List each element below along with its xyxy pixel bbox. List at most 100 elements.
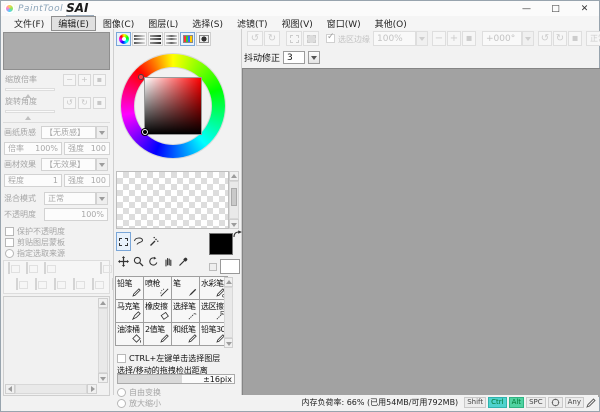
transfer-down-button[interactable] (16, 278, 18, 290)
brush-scroll-down-button[interactable] (224, 338, 233, 348)
swatches-tab[interactable] (180, 32, 195, 46)
hue-marker[interactable] (138, 74, 144, 80)
background-color-swatch[interactable] (220, 259, 240, 274)
navigator-rotation-reset-button[interactable]: ▪ (93, 97, 106, 109)
eyedropper-tool[interactable] (176, 252, 191, 271)
empty-tool-slot[interactable] (176, 232, 191, 251)
gray-slider-tab[interactable] (164, 32, 179, 46)
invert-selection-button[interactable] (303, 31, 319, 46)
empty-tool-slot[interactable] (161, 232, 176, 251)
deselect-button[interactable] (286, 31, 302, 46)
brush-item[interactable]: 喷枪 (143, 276, 172, 300)
brush-item[interactable]: 和纸笔 (171, 322, 200, 346)
new-layer-set-button[interactable] (44, 262, 46, 274)
lasso-tool[interactable] (131, 232, 146, 251)
scratchpad-vscrollbar[interactable] (229, 181, 239, 219)
texture-scale-field[interactable]: 倍率 100% (4, 142, 62, 155)
zoom-out-button[interactable]: − (432, 31, 446, 46)
effect-strength-field[interactable]: 强度 100 (64, 174, 110, 187)
brush-item[interactable]: 笔 (171, 276, 200, 300)
magic-wand-tool[interactable] (146, 232, 161, 251)
selection-source-radio[interactable] (5, 249, 14, 258)
brush-item[interactable]: 马克笔 (115, 299, 144, 323)
layer-mask-button[interactable] (100, 262, 102, 274)
brush-item[interactable]: 选择笔 (171, 299, 200, 323)
brush-item[interactable]: 橡皮擦 (143, 299, 172, 323)
scratchpad-scroll-down-button[interactable] (229, 219, 239, 229)
material-effect-select[interactable]: 【无效果】 (41, 158, 96, 171)
rotation-reset-button[interactable]: ▪ (568, 31, 582, 46)
scratchpad-scroll-thumb[interactable] (231, 188, 237, 206)
selection-source-row[interactable]: 指定选取来源 (5, 248, 65, 259)
zoom-reset-button[interactable]: ▪ (462, 31, 476, 46)
scratchpad-scroll-up-button[interactable] (229, 171, 239, 181)
zoom-in-button[interactable]: + (447, 31, 461, 46)
delete-layer-button[interactable] (73, 278, 75, 290)
clear-layer-button[interactable] (54, 278, 56, 290)
rotate-cw-button[interactable]: ↻ (553, 31, 567, 46)
brush-item[interactable]: 油漆桶 (115, 322, 144, 346)
move-tool[interactable] (116, 252, 131, 271)
layer-list-vscrollbar[interactable] (98, 308, 108, 373)
navigator-preview[interactable] (3, 32, 110, 70)
blend-mode-select[interactable]: 正常 (44, 192, 96, 205)
stabilizer-dropdown-button[interactable] (308, 51, 320, 64)
layer-list-scroll-left-button[interactable] (5, 384, 15, 394)
blend-mode-dropdown-button[interactable] (96, 192, 108, 205)
rgb-slider-tab[interactable] (132, 32, 147, 46)
scratchpad-tab[interactable] (196, 32, 211, 46)
preserve-opacity-checkbox[interactable] (5, 227, 14, 236)
navigator-zoom-out-button[interactable]: − (63, 74, 76, 86)
navigator-rotate-ccw-button[interactable]: ↺ (63, 97, 76, 109)
normal-view-button[interactable]: 正常 (586, 31, 600, 46)
hand-tool[interactable] (161, 252, 176, 271)
new-layer-button[interactable] (8, 262, 10, 274)
menu-item-others[interactable]: 其他(O) (368, 16, 414, 31)
stabilizer-value-field[interactable]: 3 (283, 51, 305, 64)
layer-list-scroll-up-button[interactable] (98, 298, 108, 308)
color-wheel-tab[interactable] (116, 32, 131, 46)
layer-list-hscrollbar[interactable] (15, 384, 87, 394)
free-transform-row[interactable]: 自由变换 (117, 387, 161, 398)
brush-scroll-up-button[interactable] (224, 277, 233, 287)
selection-edge-checkbox[interactable] (326, 34, 335, 43)
menu-item-canvas[interactable]: 图像(C) (96, 16, 141, 31)
menu-item-layer[interactable]: 图层(L) (141, 16, 185, 31)
zoom-tool[interactable] (131, 252, 146, 271)
clipping-mask-row[interactable]: 剪贴图层蒙板 (5, 237, 65, 248)
layer-list-scroll-right-button[interactable] (87, 384, 97, 394)
menu-item-filter[interactable]: 滤镜(T) (230, 16, 275, 31)
navigator-rotation-slider-thumb[interactable] (25, 113, 31, 120)
new-linework-layer-button[interactable] (26, 262, 28, 274)
paper-texture-select[interactable]: 【无质感】 (41, 126, 96, 139)
ctrl-select-row[interactable]: CTRL+左键单击选择图层 (117, 353, 220, 364)
zoom-inout-row[interactable]: 放大缩小 (117, 398, 161, 409)
menu-item-edit[interactable]: 编辑(E) (51, 16, 96, 31)
clipping-mask-checkbox[interactable] (5, 238, 14, 247)
rotation-angle-field[interactable]: +000° (482, 31, 522, 46)
canvas-area[interactable] (242, 68, 600, 397)
paper-texture-dropdown-button[interactable] (96, 126, 108, 139)
drag-distance-slider[interactable]: ±16pix (117, 374, 235, 384)
rect-select-tool[interactable] (116, 232, 131, 251)
layer-list-scroll-down-button[interactable] (98, 373, 108, 383)
zoom-inout-radio[interactable] (117, 399, 126, 408)
layer-list[interactable] (3, 296, 110, 396)
navigator-zoom-reset-button[interactable]: ▪ (93, 74, 106, 86)
navigator-rotate-cw-button[interactable]: ↻ (78, 97, 91, 109)
hsv-slider-tab[interactable] (148, 32, 163, 46)
color-swatch-scratchpad[interactable] (116, 171, 229, 229)
foreground-color-swatch[interactable] (209, 233, 233, 255)
transparent-color-swatch[interactable] (209, 263, 217, 271)
material-effect-dropdown-button[interactable] (96, 158, 108, 171)
zoom-level-dropdown-button[interactable] (416, 31, 428, 46)
minimize-button[interactable]: — (512, 2, 541, 16)
duplicate-layer-button[interactable] (92, 278, 94, 290)
menu-item-view[interactable]: 视图(V) (275, 16, 320, 31)
maximize-button[interactable]: □ (541, 2, 570, 16)
redo-button[interactable]: ↻ (264, 31, 280, 46)
brush-vscrollbar[interactable] (224, 287, 233, 338)
menu-item-window[interactable]: 窗口(W) (320, 16, 368, 31)
menu-item-file[interactable]: 文件(F) (7, 16, 51, 31)
ctrl-select-checkbox[interactable] (117, 354, 126, 363)
